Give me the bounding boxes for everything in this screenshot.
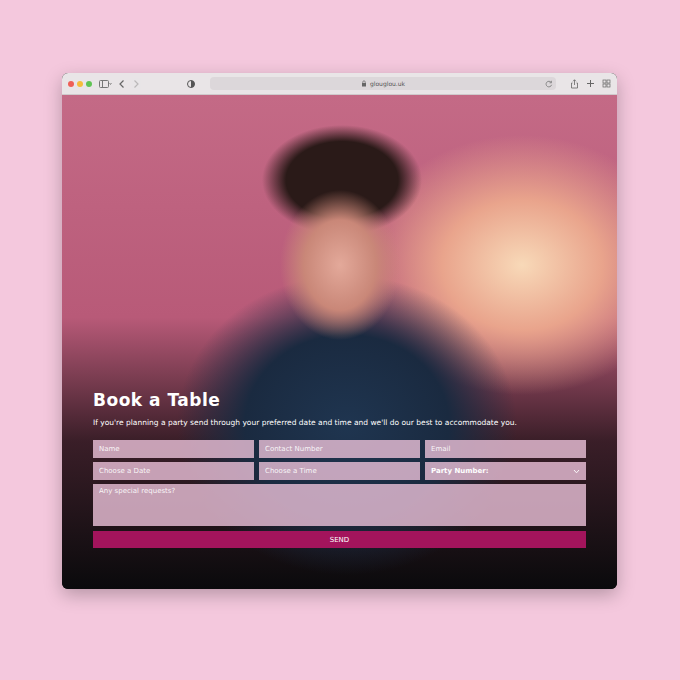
- text-field[interactable]: [259, 462, 420, 480]
- share-icon[interactable]: [570, 79, 579, 89]
- reload-icon[interactable]: [545, 80, 553, 88]
- party-number-select[interactable]: Party Number:: [425, 462, 586, 480]
- send-button[interactable]: SEND: [93, 531, 586, 548]
- select-label: Party Number:: [431, 467, 489, 475]
- booking-form: Book a Table If you're planning a party s…: [93, 390, 586, 548]
- special-requests-field[interactable]: [93, 484, 586, 526]
- privacy-icon[interactable]: [186, 79, 196, 89]
- text-field[interactable]: [93, 462, 254, 480]
- back-icon[interactable]: [118, 79, 126, 89]
- chevron-down-icon: [573, 469, 580, 474]
- window-controls: [68, 81, 92, 87]
- minimize-button[interactable]: [77, 81, 83, 87]
- address-bar[interactable]: glouglou.uk: [210, 77, 556, 90]
- form-title: Book a Table: [93, 390, 586, 410]
- browser-window: glouglou.uk Book a Table If you're plannin…: [62, 73, 617, 589]
- text-field[interactable]: [425, 440, 586, 458]
- form-fields: Party Number:: [93, 440, 586, 526]
- browser-toolbar: glouglou.uk: [62, 73, 617, 95]
- tab-overview-icon[interactable]: [602, 79, 611, 88]
- text-field[interactable]: [259, 440, 420, 458]
- toolbar-actions: [570, 79, 611, 89]
- form-description: If you're planning a party send through …: [93, 418, 586, 428]
- new-tab-icon[interactable]: [586, 79, 595, 88]
- lock-icon: [361, 80, 367, 87]
- address-text: glouglou.uk: [370, 80, 405, 87]
- hero-photo: Book a Table If you're planning a party s…: [62, 95, 617, 589]
- zoom-button[interactable]: [86, 81, 92, 87]
- forward-icon[interactable]: [132, 79, 140, 89]
- text-field[interactable]: [93, 440, 254, 458]
- sidebar-icon[interactable]: [98, 79, 112, 89]
- close-button[interactable]: [68, 81, 74, 87]
